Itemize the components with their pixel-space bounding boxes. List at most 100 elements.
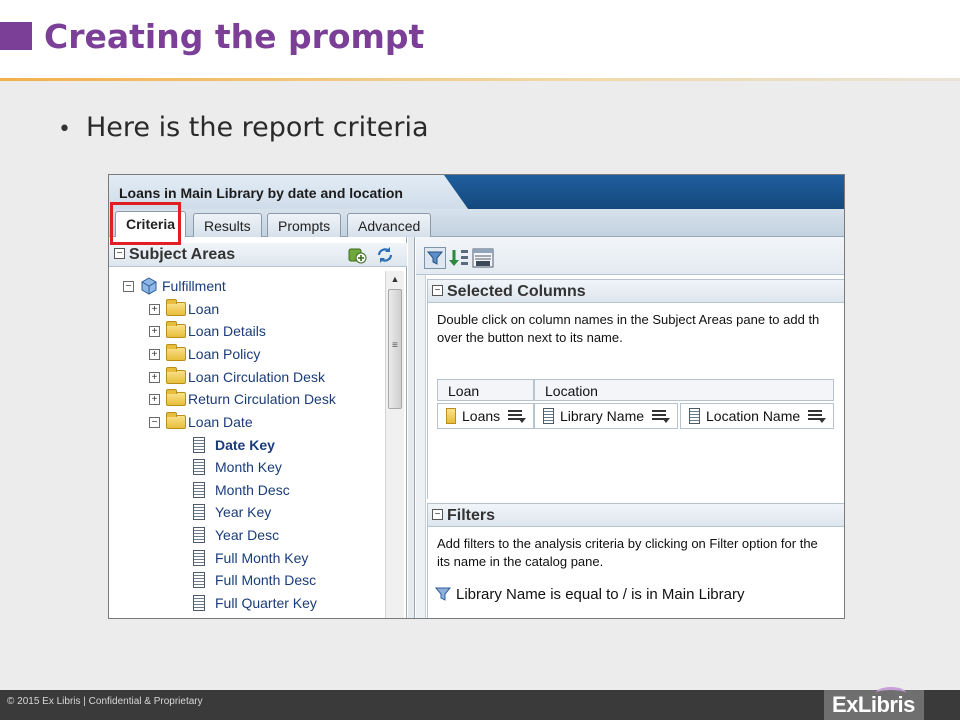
filter-item[interactable]: Library Name is equal to / is in Main Li… <box>434 585 744 603</box>
criteria-pane: − Selected Columns Double click on colum… <box>416 237 844 618</box>
tree-item-column[interactable]: Year Desc <box>193 524 279 546</box>
tree-item-label: Year Key <box>215 504 272 520</box>
collapse-icon[interactable]: − <box>149 416 160 428</box>
tree-item-label: Loan <box>188 301 220 317</box>
tree-item-label: Year Desc <box>215 527 280 543</box>
measure-icon <box>446 408 456 424</box>
title-rule <box>0 78 960 81</box>
column-chip-label: Location Name <box>706 408 801 424</box>
filters-description: Add filters to the analysis criteria by … <box>437 536 818 551</box>
criteria-scrollbar[interactable] <box>416 275 426 618</box>
tree-item-column[interactable]: Date Key <box>193 434 275 456</box>
column-properties-icon[interactable] <box>472 247 494 269</box>
column-icon <box>689 408 700 424</box>
column-chip-loans[interactable]: Loans <box>437 403 534 429</box>
column-icon <box>193 437 205 453</box>
filter-funnel-icon[interactable] <box>424 247 446 269</box>
subject-areas-pane: − Subject Areas − Fulfillment + Loan + L… <box>109 237 407 618</box>
tree-item-column[interactable]: Full Quarter Key <box>193 592 317 614</box>
column-options-icon[interactable] <box>808 409 827 423</box>
folder-icon <box>166 367 186 384</box>
column-options-icon[interactable] <box>652 409 671 423</box>
report-header-band <box>444 175 844 209</box>
filters-body: Add filters to the analysis criteria by … <box>427 527 844 618</box>
tree-scrollbar[interactable]: ▲ ≡ <box>385 271 404 618</box>
tree-item-label: Full Month Desc <box>215 572 317 588</box>
sort-icon[interactable] <box>448 247 470 269</box>
column-chip-label: Library Name <box>560 408 645 424</box>
scroll-up-icon[interactable]: ▲ <box>386 271 404 287</box>
tab-bar: Criteria Results Prompts Advanced <box>109 209 844 238</box>
subject-areas-header: − Subject Areas <box>109 243 407 267</box>
column-icon <box>193 572 205 588</box>
tree-item-column[interactable]: Full Month Desc <box>193 569 316 591</box>
add-subject-area-icon[interactable] <box>347 246 367 264</box>
tab-prompts[interactable]: Prompts <box>267 213 342 237</box>
filters-description: its name in the catalog pane. <box>437 554 604 569</box>
collapse-icon[interactable]: − <box>432 509 443 520</box>
filter-text: Library Name is equal to / is in Main Li… <box>456 585 745 603</box>
tree-item-folder[interactable]: + Loan Circulation Desk <box>149 366 325 388</box>
footer-copyright: © 2015 Ex Libris | Confidential & Propri… <box>7 696 203 707</box>
column-icon <box>193 459 205 475</box>
column-chip-label: Loans <box>462 408 501 424</box>
grip-icon: ≡ <box>392 340 398 351</box>
folder-icon <box>166 299 186 316</box>
tree-item-label: Month Key <box>215 459 282 475</box>
tree-item-label: Full Quarter Key <box>215 595 317 611</box>
tree-item-folder[interactable]: + Return Circulation Desk <box>149 388 336 410</box>
filters-header: − Filters <box>427 503 844 527</box>
expand-icon[interactable]: + <box>149 325 160 337</box>
column-chip-library-name[interactable]: Library Name <box>534 403 678 429</box>
selected-columns-header: − Selected Columns <box>427 279 844 303</box>
folder-icon <box>166 412 186 429</box>
scrollbar-thumb[interactable]: ≡ <box>388 289 402 409</box>
tree-item-label: Return Circulation Desk <box>188 391 336 407</box>
expand-icon[interactable]: + <box>149 371 160 383</box>
collapse-icon[interactable]: − <box>114 248 125 259</box>
column-icon <box>543 408 554 424</box>
cube-icon <box>141 277 157 295</box>
tab-advanced[interactable]: Advanced <box>347 213 432 237</box>
tree-item-label: Month Desc <box>215 482 290 498</box>
collapse-icon[interactable]: − <box>123 280 134 292</box>
tree-item-label: Loan Details <box>188 323 266 339</box>
tree-item-root[interactable]: − Fulfillment <box>123 275 226 297</box>
filters-title: Filters <box>447 507 496 524</box>
column-icon <box>193 527 205 543</box>
bullet-dot-icon: • <box>58 117 71 142</box>
bullet-point: • Here is the report criteria <box>58 112 429 143</box>
tree-item-folder[interactable]: + Loan Policy <box>149 343 260 365</box>
tree-item-folder[interactable]: − Loan Date <box>149 411 253 433</box>
column-group-header: Location <box>534 379 834 401</box>
selected-columns-description: Double click on column names in the Subj… <box>437 312 820 327</box>
tab-results[interactable]: Results <box>193 213 262 237</box>
tree-item-column[interactable]: Year Key <box>193 501 271 523</box>
bullet-text: Here is the report criteria <box>86 112 429 143</box>
expand-icon[interactable]: + <box>149 303 160 315</box>
criteria-toolbar <box>416 237 844 275</box>
title-accent-square <box>0 22 32 50</box>
column-chip-location-name[interactable]: Location Name <box>680 403 834 429</box>
tree-item-column[interactable]: Full Month Key <box>193 547 308 569</box>
filter-funnel-icon <box>434 587 452 601</box>
folder-icon <box>166 344 186 361</box>
column-options-icon[interactable] <box>508 409 527 423</box>
pane-splitter[interactable] <box>408 237 415 618</box>
tree-item-folder[interactable]: + Loan <box>149 298 219 320</box>
expand-icon[interactable]: + <box>149 348 160 360</box>
folder-icon <box>166 389 186 406</box>
tree-item-folder[interactable]: + Loan Details <box>149 320 266 342</box>
tree-item-label: Loan Policy <box>188 346 261 362</box>
column-group-header: Loan <box>437 379 534 401</box>
expand-icon[interactable]: + <box>149 393 160 405</box>
column-icon <box>193 595 205 611</box>
slide-title: Creating the prompt <box>44 17 425 56</box>
tree-item-column[interactable]: Month Desc <box>193 479 290 501</box>
report-editor-screenshot: Loans in Main Library by date and locati… <box>108 174 845 619</box>
report-title: Loans in Main Library by date and locati… <box>119 185 403 201</box>
collapse-icon[interactable]: − <box>432 285 443 296</box>
tree-item-column[interactable]: Month Key <box>193 456 282 478</box>
refresh-icon[interactable] <box>375 246 395 264</box>
selected-columns-title: Selected Columns <box>447 283 586 300</box>
